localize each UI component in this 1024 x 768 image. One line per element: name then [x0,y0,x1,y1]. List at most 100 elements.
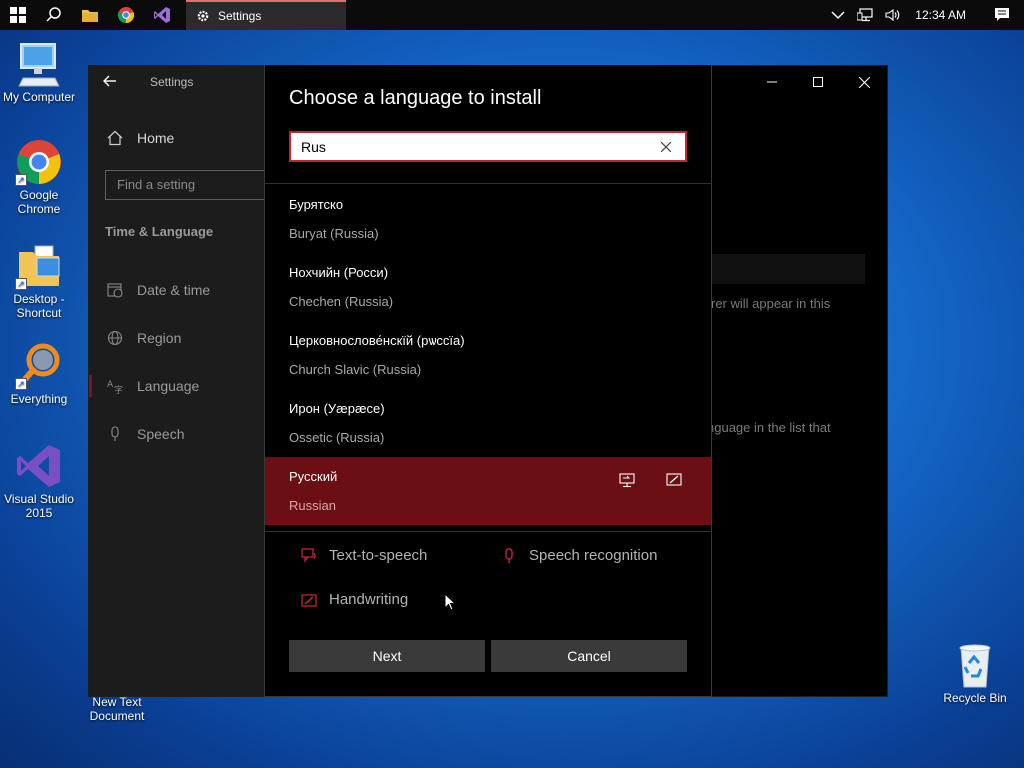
sidebar-item-language[interactable]: A 字 Language [107,378,199,394]
language-native-name: Бурятско [289,197,344,212]
handwriting-icon [301,593,317,607]
sidebar-item-date-time[interactable]: Date & time [107,282,210,298]
svg-text:字: 字 [114,384,123,394]
dialog-title: Choose a language to install [289,87,542,109]
language-english-name: Buryat (Russia) [289,226,379,241]
home-icon [107,130,123,146]
feature-label: Text-to-speech [329,547,428,564]
maximize-icon [813,77,823,87]
sidebar-item-label: Date & time [137,282,211,298]
feature-label: Handwriting [329,591,409,608]
svg-text:A: A [107,380,114,390]
close-button[interactable] [841,66,887,98]
nav-home-label: Home [137,130,175,146]
tray-volume[interactable] [879,0,907,30]
taskbar-clock[interactable]: 12:34 AM [907,8,980,22]
gear-icon [197,10,209,22]
choose-language-dialog: Choose a language to install Rus Бурятск… [264,65,712,697]
language-search-input[interactable]: Rus [289,131,687,162]
search-value: Rus [301,138,326,155]
desktop-icon-label: Recycle Bin [943,691,1007,705]
list-item-selected[interactable]: Русский Russian [265,457,711,525]
tray-network[interactable] [851,0,879,30]
taskbar-file-explorer[interactable] [72,0,108,30]
desktop-icon-label: Google Chrome [17,188,61,216]
windows-logo-icon [10,7,26,23]
list-item[interactable]: Ирон (Уæрæсе) Ossetic (Russia) [265,389,711,457]
shortcut-arrow-icon: ↗ [15,278,27,290]
display-language-icon [619,473,635,488]
visual-studio-icon [154,7,170,23]
volume-icon [885,8,900,22]
folder-icon [82,10,98,22]
desktop-icon-my-computer[interactable]: My Computer [1,40,77,104]
close-icon [858,76,870,88]
tray-chevron[interactable] [825,0,851,30]
taskbar-chrome[interactable] [108,0,144,30]
language-english-name: Chechen (Russia) [289,294,394,309]
language-features: Text-to-speech Speech recognition Handwr… [265,533,711,633]
desktop-icon-label: Desktop - Shortcut [13,292,65,320]
next-button[interactable]: Next [289,640,485,672]
shortcut-arrow-icon: ↗ [15,174,27,186]
list-item[interactable]: Нохчийн (Росси) Chechen (Russia) [265,253,711,321]
text-to-speech-icon [301,547,316,563]
search-button[interactable] [36,0,72,30]
feature-label: Speech recognition [529,547,658,564]
desktop-icon-label: New Text Document [89,695,145,723]
feature-text-to-speech: Text-to-speech [301,547,427,564]
sidebar-item-region[interactable]: Region [107,330,181,346]
window-title: Settings [150,75,194,89]
language-icon: A 字 [107,380,123,394]
taskbar-visual-studio[interactable] [144,0,180,30]
shortcut-arrow-icon: ↗ [15,378,27,390]
desktop-icon-new-text-document[interactable]: New Text Document [79,695,155,723]
search-icon [46,7,61,22]
nav-selected-indicator [89,375,92,397]
divider [265,531,711,532]
background-dropdown [711,254,865,284]
sidebar-item-label: Speech [137,426,185,442]
cancel-button[interactable]: Cancel [491,640,687,672]
handwriting-icon [666,473,682,486]
feature-handwriting: Handwriting [301,591,408,608]
language-list: Бурятско Buryat (Russia) Нохчийн (Росси)… [265,185,711,525]
start-button[interactable] [0,0,36,30]
desktop-icon-label: My Computer [2,90,76,104]
taskbar-settings-app[interactable]: Settings [186,0,346,30]
computer-icon [18,43,60,87]
desktop-icon-visual-studio[interactable]: Visual Studio 2015 [1,442,77,520]
find-setting-input[interactable]: Find a setting [105,170,275,200]
desktop-icon-desktop-shortcut[interactable]: ↗ Desktop - Shortcut [1,242,77,320]
minimize-icon [767,81,777,83]
close-icon [661,141,671,152]
feature-speech-recognition: Speech recognition [501,547,657,564]
desktop-icon-label: Visual Studio 2015 [4,492,74,520]
background-text: nguage in the list that [707,420,831,435]
settings-sidebar: Settings Home Find a setting Time & Lang… [89,66,275,696]
list-item[interactable]: Церковнослове́нскїй (рѡссїа) Church Slav… [265,321,711,389]
maximize-button[interactable] [795,66,841,98]
microphone-icon [505,547,513,563]
language-native-name: Ирон (Уæрæсе) [289,401,385,416]
sidebar-item-speech[interactable]: Speech [107,426,184,442]
desktop-icon-recycle-bin[interactable]: Recycle Bin [937,643,1013,705]
back-button[interactable] [103,74,127,94]
minimize-button[interactable] [749,66,795,98]
sidebar-section-title: Time & Language [105,224,214,239]
desktop-icon-everything[interactable]: ↗ Everything [1,342,77,406]
background-text: rer will appear in this [711,296,831,311]
desktop-icon-label: Everything [10,392,68,406]
divider [265,183,711,184]
nav-home[interactable]: Home [107,130,174,146]
list-item[interactable]: Бурятско Buryat (Russia) [265,185,711,253]
desktop-icon-chrome[interactable]: ↗ Google Chrome [1,138,77,216]
arrow-left-icon [103,75,116,87]
language-native-name: Нохчийн (Росси) [289,265,389,280]
visual-studio-icon [17,445,60,487]
language-english-name: Russian [289,498,336,513]
action-center-button[interactable] [980,0,1024,30]
window-controls [749,66,887,98]
clear-search-button[interactable] [657,138,675,156]
chrome-icon [117,7,135,24]
